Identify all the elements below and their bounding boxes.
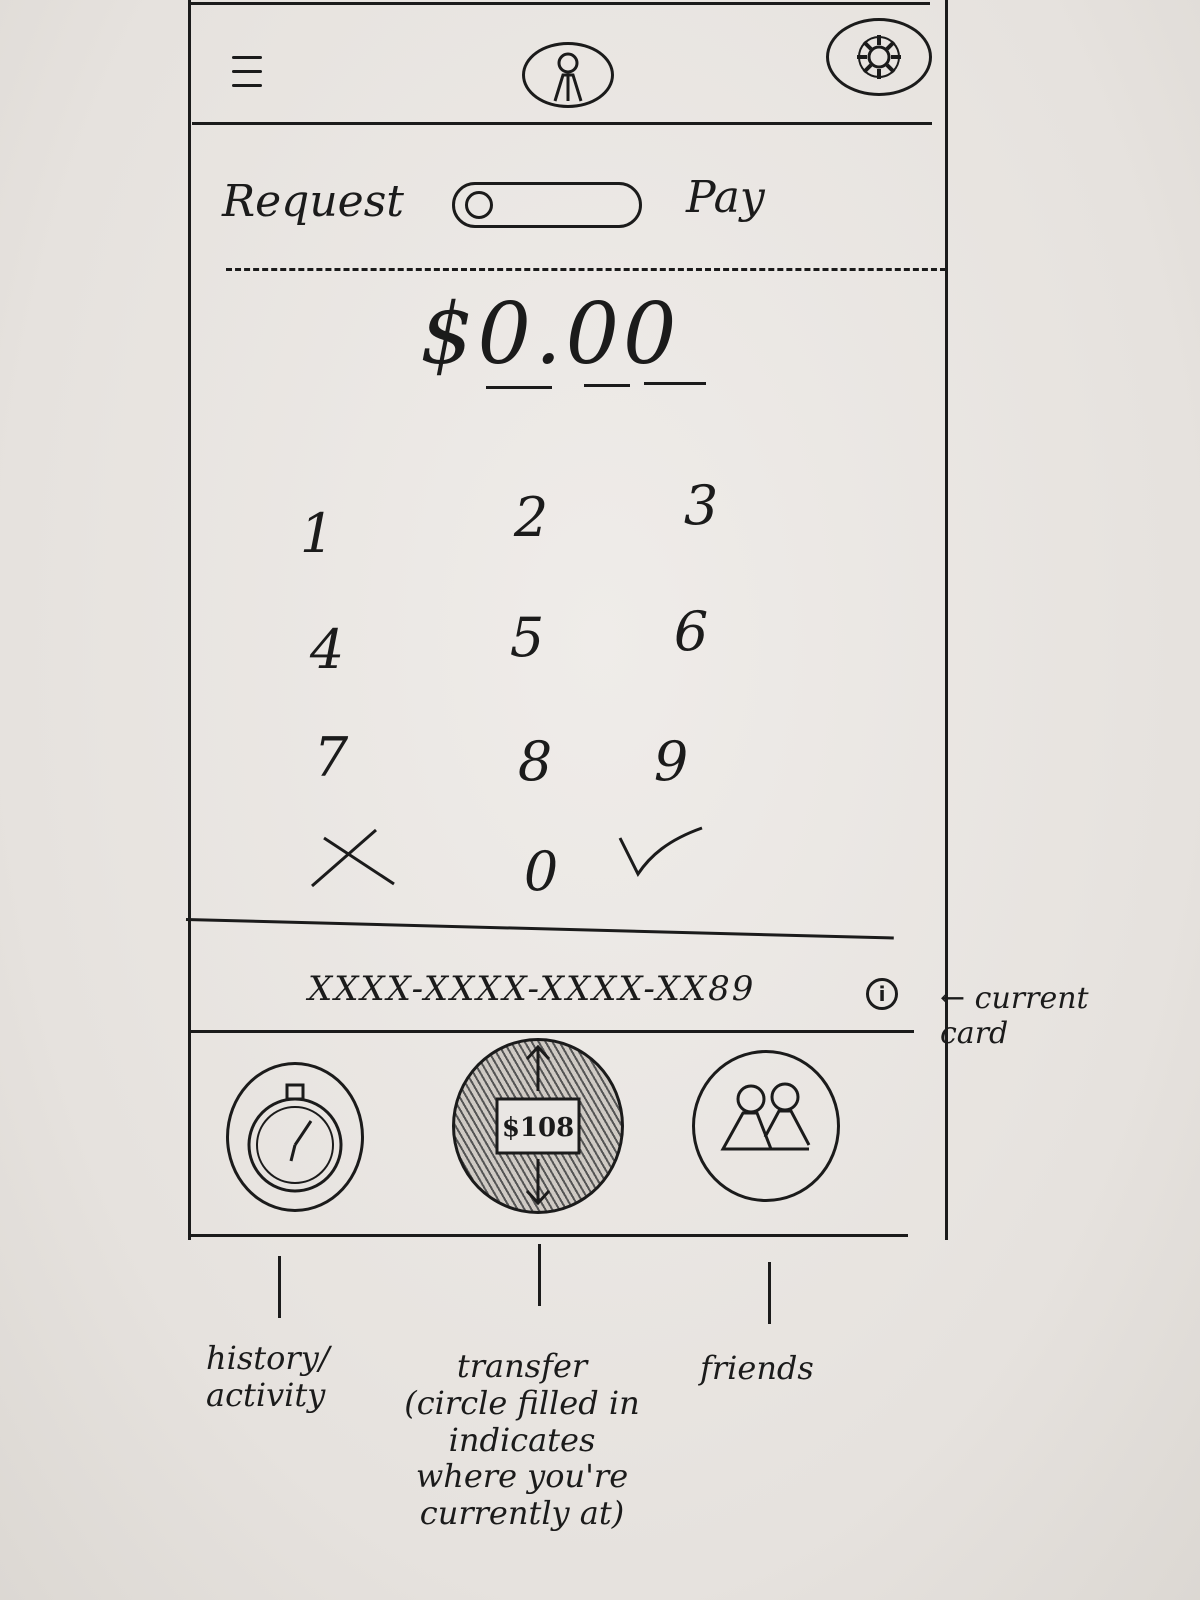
card-divider [190, 1030, 914, 1033]
friends-label: friends [700, 1349, 814, 1387]
hamburger-icon[interactable] [232, 52, 268, 92]
info-icon[interactable]: i [866, 978, 898, 1010]
friends-nav-button[interactable] [692, 1050, 840, 1202]
key-4[interactable]: 4 [282, 610, 372, 690]
transfer-pointer [538, 1244, 541, 1306]
current-card-annotation: ← current card [940, 981, 1089, 1051]
cents-underline-2 [644, 382, 706, 385]
request-label[interactable]: Request [222, 180, 404, 224]
svg-text:$108: $108 [502, 1113, 574, 1143]
user-icon [553, 52, 583, 102]
top-border [190, 2, 930, 5]
key-7[interactable]: 7 [286, 718, 376, 798]
key-8[interactable]: 8 [490, 722, 580, 802]
history-nav-button[interactable] [226, 1062, 364, 1212]
x-icon [311, 828, 395, 888]
card-number[interactable]: XXXX-XXXX-XXXX-XX89 [308, 972, 755, 1006]
key-9[interactable]: 9 [626, 722, 716, 802]
profile-button[interactable] [522, 42, 614, 108]
transfer-nav-button[interactable]: $108 [452, 1038, 624, 1214]
request-pay-toggle[interactable] [452, 182, 642, 228]
key-1[interactable]: 1 [272, 494, 362, 574]
cents-underline-1 [584, 384, 630, 387]
bottom-border [188, 1234, 908, 1237]
history-pointer [278, 1256, 281, 1318]
toggle-knob[interactable] [465, 191, 493, 219]
toggle-divider [226, 268, 946, 271]
amount-display: $0.00 [420, 285, 681, 383]
key-2[interactable]: 2 [486, 478, 576, 558]
transfer-label: transfer (circle filled in indicates whe… [404, 1347, 640, 1533]
key-5[interactable]: 5 [482, 598, 572, 678]
key-0[interactable]: 0 [496, 832, 586, 912]
checkmark-icon [618, 826, 703, 877]
settings-button[interactable] [826, 18, 932, 96]
friends-icon [720, 1082, 811, 1151]
money-transfer-icon: $108 [495, 1044, 581, 1206]
cancel-key[interactable] [306, 824, 398, 890]
friends-pointer [768, 1262, 771, 1324]
dollars-underline [486, 386, 552, 389]
gear-icon [857, 35, 901, 79]
pay-label[interactable]: Pay [686, 176, 765, 220]
stopwatch-icon [247, 1083, 343, 1193]
confirm-key[interactable] [616, 820, 706, 880]
key-3[interactable]: 3 [656, 466, 746, 546]
header-divider [192, 122, 932, 125]
history-label: history/ activity [206, 1339, 330, 1414]
key-6[interactable]: 6 [646, 592, 736, 672]
